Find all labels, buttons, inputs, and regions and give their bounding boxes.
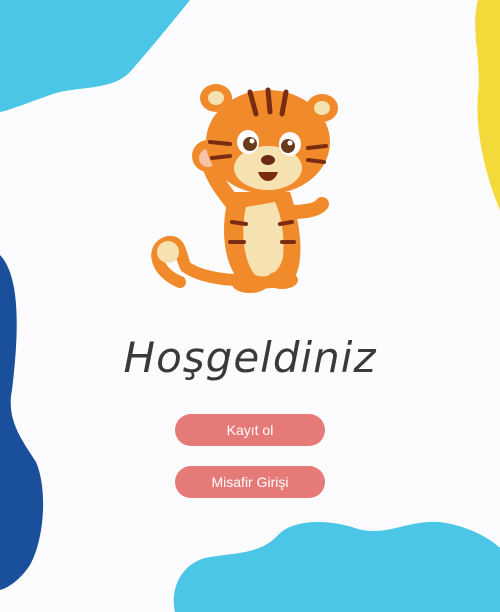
guest-login-button[interactable]: Misafir Girişi xyxy=(175,466,325,498)
right-yellow-blob xyxy=(475,0,500,210)
tiger-mascot-icon xyxy=(151,84,338,293)
welcome-title: Hoşgeldiniz xyxy=(123,333,377,382)
register-button[interactable]: Kayıt ol xyxy=(175,414,325,446)
left-navy-blob xyxy=(0,255,44,590)
bottom-right-blob xyxy=(173,521,500,612)
